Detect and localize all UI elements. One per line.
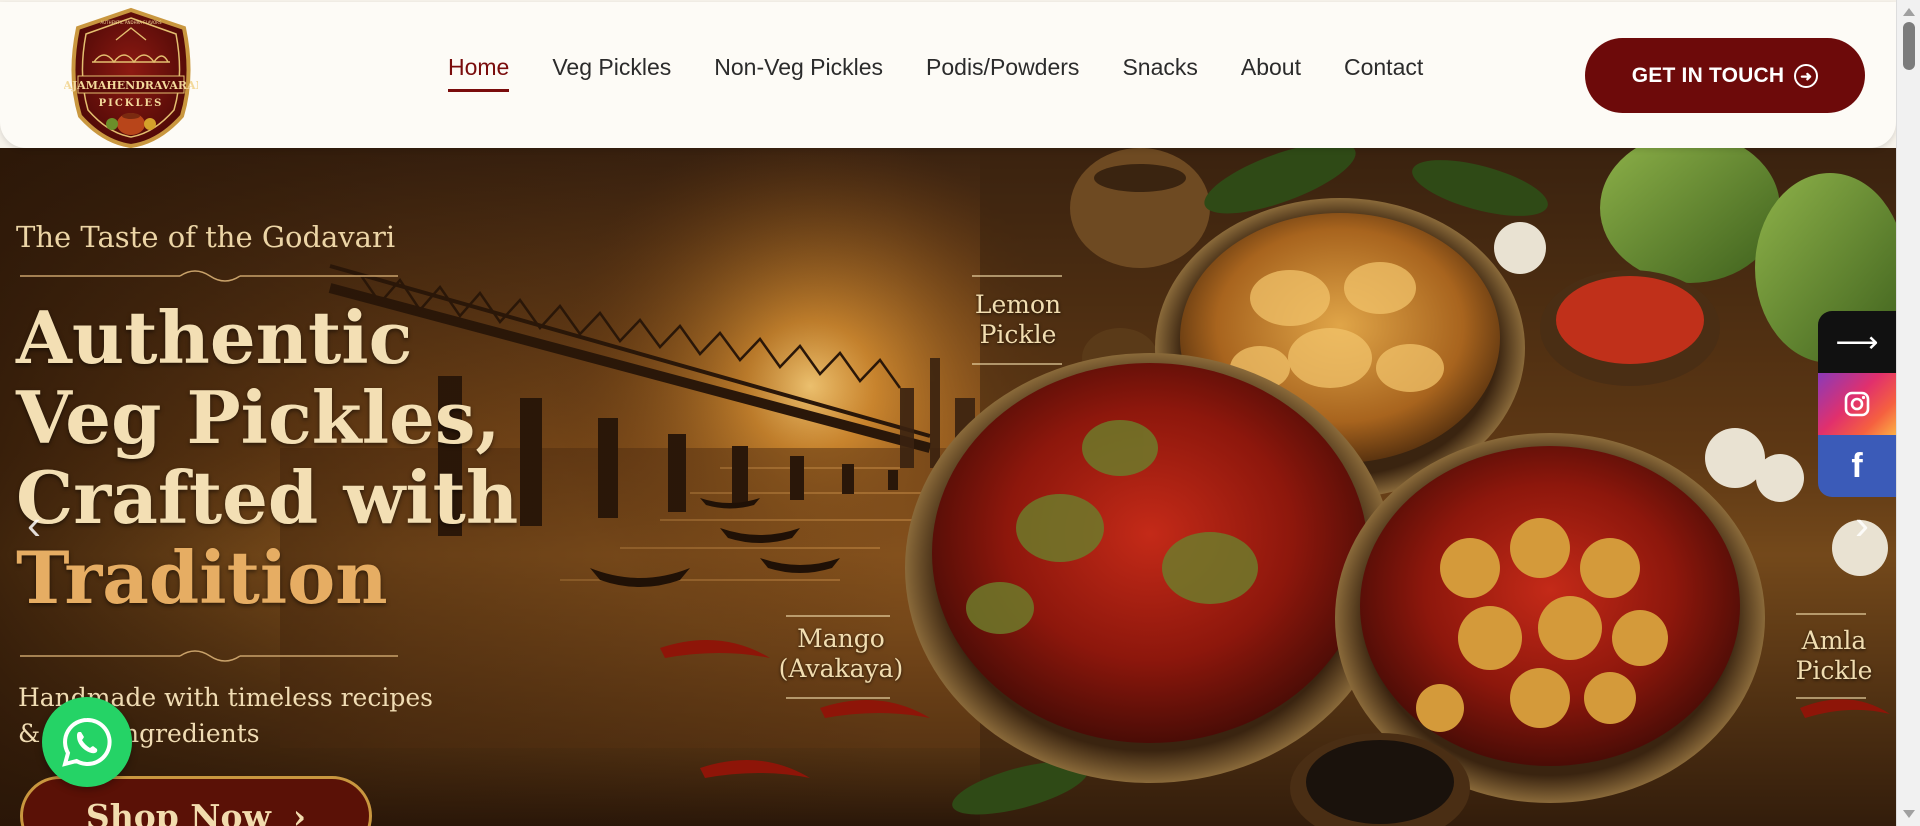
hero-banner: The Taste of the Godavari Authentic Veg … bbox=[0, 148, 1896, 826]
instagram-link[interactable] bbox=[1818, 373, 1896, 435]
headline-line-1: Authentic bbox=[16, 295, 413, 380]
amla-pickle-label: Amla Pickle bbox=[1790, 626, 1878, 686]
nav-podis-powders[interactable]: Podis/Powders bbox=[926, 54, 1079, 92]
whatsapp-button[interactable] bbox=[42, 697, 132, 787]
mango-label-line-2: (Avakaya) bbox=[778, 654, 904, 683]
logo-tagline: AUTHENTIC ANDHRA FLAVORS bbox=[101, 20, 162, 25]
amla-label-line-2: Pickle bbox=[1795, 656, 1873, 685]
scrollbar-thumb[interactable] bbox=[1903, 22, 1915, 70]
social-sidebar: ⟶ f bbox=[1818, 311, 1896, 497]
carousel-prev-button[interactable]: ‹ bbox=[14, 500, 54, 550]
mango-label-line-1: Mango bbox=[797, 624, 885, 653]
shop-now-label: Shop Now bbox=[85, 796, 271, 826]
mango-pickle-label: Mango (Avakaya) bbox=[776, 624, 906, 684]
logo-subtext: PICKLES bbox=[99, 98, 164, 109]
instagram-icon bbox=[1844, 391, 1870, 417]
carousel-next-button[interactable]: › bbox=[1842, 500, 1882, 550]
whatsapp-icon bbox=[62, 717, 112, 767]
page-scrollbar[interactable] bbox=[1896, 0, 1920, 826]
facebook-icon: f bbox=[1851, 446, 1863, 485]
hero-headline: Authentic Veg Pickles, Crafted with Trad… bbox=[16, 298, 518, 618]
nav-contact[interactable]: Contact bbox=[1344, 54, 1423, 92]
arrow-right-icon: ⟶ bbox=[1835, 325, 1879, 359]
nav-veg-pickles[interactable]: Veg Pickles bbox=[552, 54, 671, 92]
nav-snacks[interactable]: Snacks bbox=[1122, 54, 1197, 92]
lemon-label-line-2: Pickle bbox=[979, 320, 1057, 349]
get-in-touch-label: GET IN TOUCH bbox=[1631, 63, 1785, 87]
lemon-pickle-label: Lemon Pickle bbox=[968, 290, 1068, 350]
site-header: RAJAMAHENDRAVARAM PICKLES AUTHENTIC ANDH… bbox=[0, 2, 1896, 149]
headline-line-3: Crafted with bbox=[16, 455, 519, 540]
chevron-right-icon: › bbox=[292, 796, 307, 826]
scroll-up-arrow-icon[interactable] bbox=[1903, 8, 1915, 16]
logo-text: RAJAMAHENDRAVARAM bbox=[64, 79, 198, 92]
main-nav: Home Veg Pickles Non-Veg Pickles Podis/P… bbox=[448, 54, 1423, 92]
nav-non-veg-pickles[interactable]: Non-Veg Pickles bbox=[714, 54, 883, 92]
nav-about[interactable]: About bbox=[1241, 54, 1301, 92]
amla-label-line-1: Amla bbox=[1801, 626, 1867, 655]
get-in-touch-button[interactable]: GET IN TOUCH ➜ bbox=[1585, 38, 1865, 113]
social-toggle-button[interactable]: ⟶ bbox=[1818, 311, 1896, 373]
headline-line-2: Veg Pickles, bbox=[16, 375, 501, 460]
chevron-left-icon: ‹ bbox=[27, 501, 41, 548]
circle-arrow-right-icon: ➜ bbox=[1794, 63, 1819, 88]
brand-logo[interactable]: RAJAMAHENDRAVARAM PICKLES AUTHENTIC ANDH… bbox=[54, 6, 208, 149]
nav-home[interactable]: Home bbox=[448, 54, 510, 92]
headline-line-4: Tradition bbox=[16, 535, 388, 620]
chevron-right-icon: › bbox=[1855, 501, 1869, 548]
lemon-label-line-1: Lemon bbox=[974, 290, 1062, 319]
scroll-down-arrow-icon[interactable] bbox=[1903, 810, 1915, 818]
hero-eyebrow: The Taste of the Godavari bbox=[16, 220, 396, 254]
facebook-link[interactable]: f bbox=[1818, 435, 1896, 497]
